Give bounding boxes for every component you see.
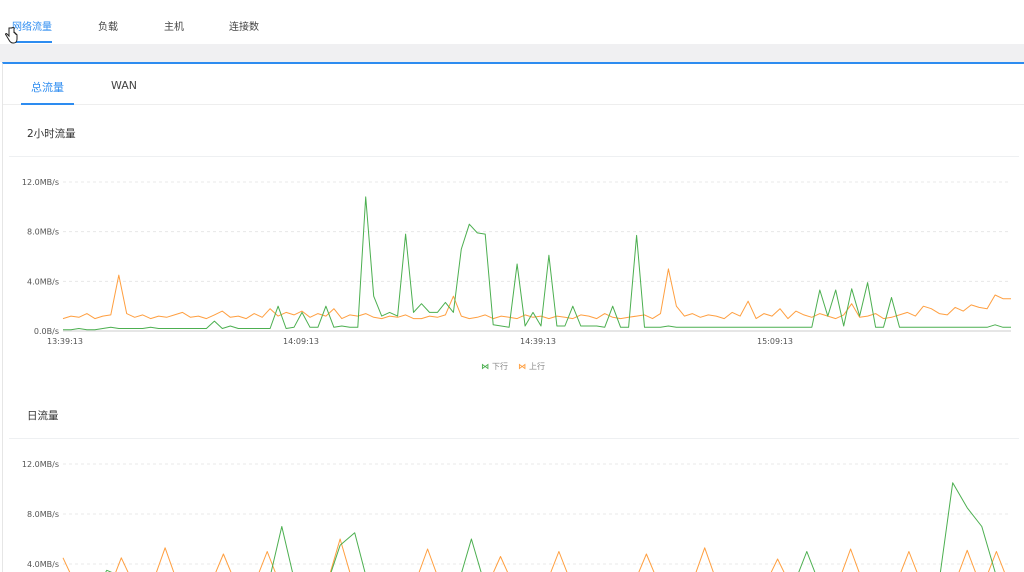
hand-cursor-icon: [5, 27, 18, 44]
series-line-upload: [62, 538, 1005, 572]
y-tick-label: 0.0B/s: [34, 327, 59, 336]
chart-day-title: 日流量: [27, 410, 59, 422]
legend-upload-icon: ⋈: [518, 362, 526, 371]
sub-tab-bar: 总流量 WAN: [3, 64, 1024, 105]
divider: [9, 438, 1019, 439]
y-tick-label: 8.0MB/s: [27, 228, 59, 237]
x-tick-label: 13:39:13: [47, 337, 83, 346]
chart-2h-title: 2小时流量: [27, 128, 76, 140]
series-line-upload: [62, 268, 1011, 320]
tab-bar-separator: [0, 44, 1024, 62]
series-line-download: [105, 482, 996, 572]
y-tick-label: 4.0MB/s: [27, 277, 59, 286]
chart-2h: 12.0MB/s 8.0MB/s 4.0MB/s 0.0B/s13:39:13 14:0…: [22, 178, 1011, 346]
sub-tab-total-traffic[interactable]: 总流量: [21, 79, 74, 105]
chart-2h-legend: ⋈ 下行 ⋈ 上行: [481, 361, 545, 372]
chart-day: 12.0MB/s 8.0MB/s 4.0MB/s: [22, 460, 1011, 572]
legend-upload[interactable]: ⋈ 上行: [518, 361, 545, 372]
legend-download[interactable]: ⋈ 下行: [481, 361, 508, 372]
tab-connections[interactable]: 连接数: [229, 21, 259, 41]
y-tick-label: 12.0MB/s: [22, 460, 59, 469]
sub-tab-wan[interactable]: WAN: [101, 79, 147, 100]
traffic-panel: 总流量 WAN 2小时流量 12.0MB/s 8.0MB/s 4.0MB/s 0.0B…: [2, 62, 1024, 572]
y-tick-label: 8.0MB/s: [27, 510, 59, 519]
tab-host[interactable]: 主机: [164, 21, 184, 41]
series-line-download: [63, 196, 1011, 331]
y-tick-label: 12.0MB/s: [22, 178, 59, 187]
x-tick-label: 15:09:13: [757, 337, 793, 346]
tab-network-traffic[interactable]: 网络流量: [12, 21, 52, 43]
divider: [9, 156, 1019, 157]
y-tick-label: 4.0MB/s: [27, 560, 59, 569]
tab-load[interactable]: 负载: [98, 21, 118, 41]
top-tab-bar: 网络流量 负载 主机 连接数: [0, 0, 1024, 44]
legend-download-icon: ⋈: [481, 362, 489, 371]
x-tick-label: 14:39:13: [520, 337, 556, 346]
x-tick-label: 14:09:13: [283, 337, 319, 346]
